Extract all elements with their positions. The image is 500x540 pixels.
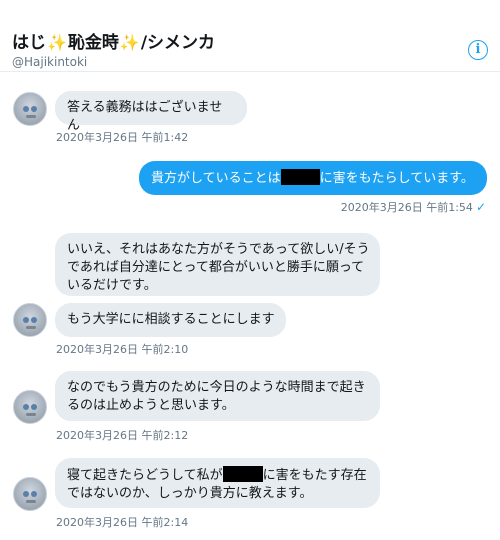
- message-text-after: に害をもたす存在: [262, 468, 367, 483]
- received-message[interactable]: 答える義務ははございません: [55, 91, 247, 133]
- title-part-2: 恥金時: [67, 33, 119, 53]
- message-timestamp: 2020年3月26日 午前1:54 ✓: [341, 199, 486, 215]
- avatar-mouth: [26, 413, 36, 416]
- avatar[interactable]: [13, 477, 47, 511]
- message-line: いるだけです。: [67, 278, 157, 293]
- sparkle-icon: ✨: [47, 33, 67, 52]
- avatar-mouth: [26, 500, 36, 503]
- timestamp-text: 2020年3月26日 午前1:54: [340, 201, 473, 214]
- avatar-eye: [31, 491, 37, 497]
- message-timestamp: 2020年3月26日 午前1:42: [56, 131, 189, 144]
- avatar-eye: [23, 491, 29, 497]
- avatar-mouth: [26, 326, 36, 329]
- sent-message[interactable]: 貴方がしていることは に害をもたらしています。: [139, 161, 487, 195]
- message-line: るのは止めようと思います。: [67, 398, 235, 413]
- message-line: 寝て起きたらどうして私が に害をもたす存在: [67, 466, 368, 485]
- message-text-before: 貴方がしていることは: [151, 171, 281, 186]
- message-line: いいえ、それはあなた方がそうであって欲しい/そう: [67, 242, 370, 257]
- title-part-1: はじ: [12, 33, 46, 53]
- avatar-eye: [23, 106, 29, 112]
- redaction-block: [280, 169, 320, 185]
- received-message[interactable]: いいえ、それはあなた方がそうであって欲しい/そう であれば自分達にとって都合がい…: [55, 233, 380, 296]
- message-text-after: に害をもたらしています。: [319, 171, 474, 186]
- message-timestamp: 2020年3月26日 午前2:12: [56, 429, 189, 442]
- avatar-eye: [23, 404, 29, 410]
- message-text-before: 寝て起きたらどうして私が: [67, 468, 223, 483]
- user-handle: @Hajikintoki: [12, 55, 88, 69]
- received-message[interactable]: もう大学にに相談することにします: [55, 303, 286, 337]
- avatar-mouth: [26, 115, 36, 118]
- message-line: なのでもう貴方のために今日のような時間まで起き: [67, 380, 366, 395]
- title-part-3: /シメンカ: [140, 33, 216, 53]
- received-message[interactable]: 寝て起きたらどうして私が に害をもたす存在 ではないのか、しっかり貴方に教えます。: [55, 458, 380, 508]
- conversation-title[interactable]: はじ ✨ 恥金時 ✨ /シメンカ: [12, 33, 215, 53]
- avatar-eye: [31, 317, 37, 323]
- message-line: であれば自分達にとって都合がいいと勝手に願って: [67, 260, 365, 275]
- info-icon[interactable]: i: [468, 40, 488, 60]
- avatar[interactable]: [13, 390, 47, 424]
- message-line: ではないのか、しっかり貴方に教えます。: [67, 486, 313, 501]
- received-message[interactable]: なのでもう貴方のために今日のような時間まで起き るのは止めようと思います。: [55, 371, 380, 421]
- conversation-header: はじ ✨ 恥金時 ✨ /シメンカ @Hajikintoki i: [0, 0, 500, 72]
- avatar[interactable]: [13, 303, 47, 337]
- read-check-icon: ✓: [475, 200, 486, 214]
- avatar[interactable]: [13, 92, 47, 126]
- message-timestamp: 2020年3月26日 午前2:10: [56, 343, 189, 356]
- redaction-block: [222, 466, 263, 482]
- avatar-eye: [31, 106, 37, 112]
- avatar-eye: [31, 404, 37, 410]
- message-timestamp: 2020年3月26日 午前2:14: [56, 516, 189, 529]
- sparkle-icon: ✨: [119, 33, 140, 52]
- message-text: もう大学にに相談することにします: [67, 312, 275, 327]
- avatar-eye: [23, 317, 29, 323]
